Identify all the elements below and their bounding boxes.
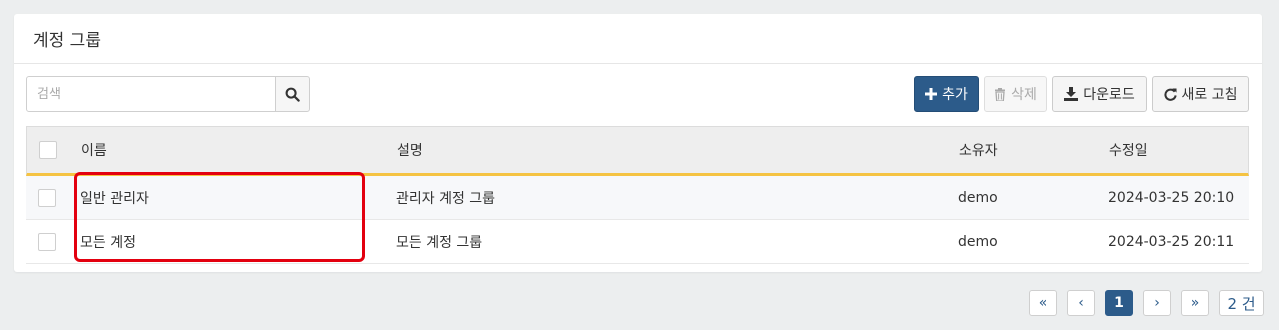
refresh-button-label: 새로 고침 (1181, 87, 1238, 103)
select-all-cell (39, 127, 57, 173)
trash-icon (995, 87, 1006, 101)
add-button-label: 추가 (942, 87, 968, 103)
row-name[interactable]: 모든 계정 (80, 220, 136, 263)
row-modified: 2024-03-25 20:10 (1108, 189, 1235, 206)
refresh-icon (1163, 87, 1177, 101)
column-header-name[interactable]: 이름 (81, 127, 107, 173)
row-owner: demo (958, 189, 998, 206)
row-description: 관리자 계정 그룹 (396, 190, 496, 207)
row-checkbox[interactable] (38, 188, 56, 207)
search-icon (285, 87, 300, 102)
first-page-button[interactable]: « (1029, 290, 1057, 316)
table-row[interactable]: 모든 계정 모든 계정 그룹 demo 2024-03-25 20:11 (26, 220, 1249, 264)
page-1-button[interactable]: 1 (1105, 290, 1133, 316)
row-description: 모든 계정 그룹 (396, 234, 483, 251)
column-header-description[interactable]: 설명 (397, 127, 423, 173)
total-count: 2 건 (1219, 290, 1264, 316)
download-button-label: 다운로드 (1083, 87, 1135, 103)
toolbar: 추가 삭제 다운로드 새로 고침 (26, 76, 1249, 114)
refresh-button[interactable]: 새로 고침 (1152, 76, 1249, 112)
row-owner: demo (958, 233, 998, 250)
row-checkbox[interactable] (38, 232, 56, 251)
account-group-table: 이름 설명 소유자 수정일 일반 관리자 관리자 계정 그룹 demo 2024… (26, 126, 1249, 264)
plus-icon (925, 88, 938, 100)
column-header-owner[interactable]: 소유자 (959, 127, 998, 173)
select-all-checkbox[interactable] (39, 141, 57, 159)
panel-title: 계정 그룹 (14, 14, 1262, 64)
row-modified: 2024-03-25 20:11 (1108, 233, 1235, 250)
row-checkbox-cell (38, 176, 56, 219)
delete-button-label: 삭제 (1011, 87, 1037, 103)
search-button[interactable] (275, 76, 310, 112)
table-row[interactable]: 일반 관리자 관리자 계정 그룹 demo 2024-03-25 20:10 (26, 176, 1249, 220)
row-checkbox-cell (38, 220, 56, 263)
account-group-panel: 계정 그룹 추가 삭제 (14, 14, 1262, 272)
download-icon (1064, 87, 1079, 101)
table-header: 이름 설명 소유자 수정일 (26, 126, 1249, 176)
delete-button[interactable]: 삭제 (984, 76, 1047, 112)
download-button[interactable]: 다운로드 (1052, 76, 1147, 112)
prev-page-button[interactable]: ‹ (1067, 290, 1095, 316)
last-page-button[interactable]: » (1181, 290, 1209, 316)
next-page-button[interactable]: › (1143, 290, 1171, 316)
search-input[interactable] (26, 76, 276, 112)
row-name[interactable]: 일반 관리자 (80, 176, 149, 219)
add-button[interactable]: 추가 (914, 76, 979, 112)
column-header-modified[interactable]: 수정일 (1109, 127, 1148, 173)
